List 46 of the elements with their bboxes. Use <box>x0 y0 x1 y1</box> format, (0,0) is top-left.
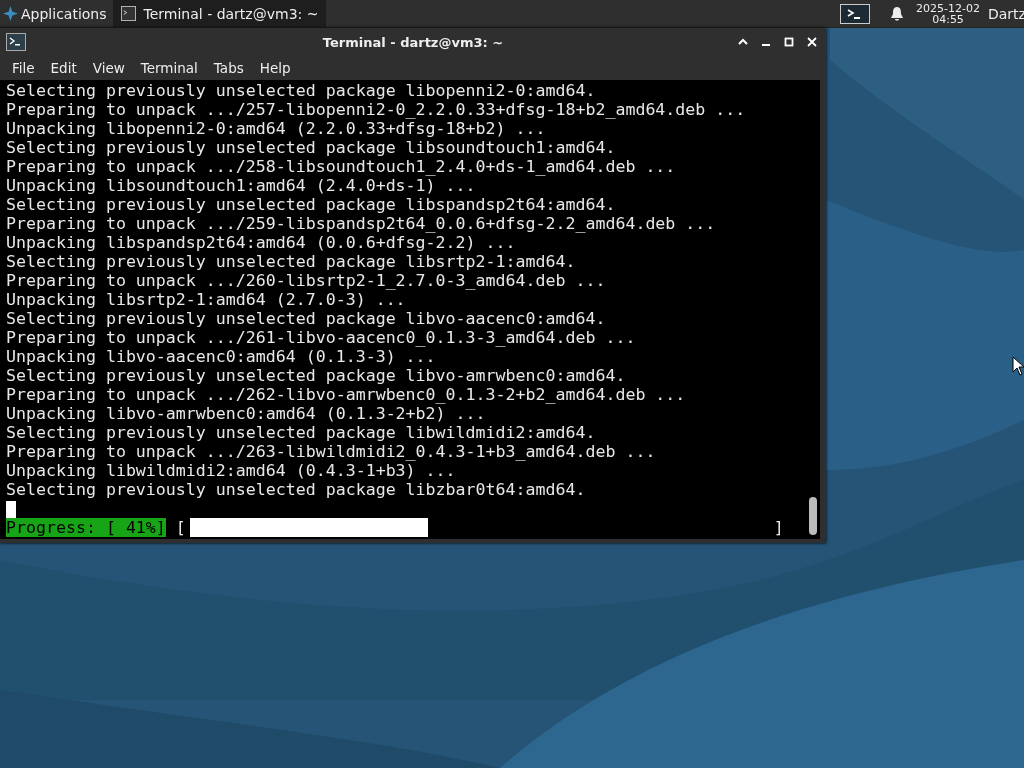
menu-item[interactable]: View <box>84 60 133 76</box>
terminal-line: Unpacking libwildmidi2:amd64 (0.4.3-1+b3) ... <box>6 461 457 480</box>
terminal-line: Unpacking libsoundtouch1:amd64 (2.4.0+ds-1) ... <box>6 176 477 195</box>
close-icon[interactable] <box>806 36 818 48</box>
terminal-line: Selecting previously unselected package libspandsp2t64:amd64. <box>6 195 617 214</box>
terminal-line: Preparing to unpack .../259-libspandsp2t64_0.0.6+dfsg-2.2_amd64.deb ... <box>6 214 717 233</box>
scrollbar-thumb[interactable] <box>809 497 817 535</box>
bracket-text: [ <box>175 518 186 537</box>
terminal-line: Unpacking libsrtp2-1:amd64 (2.7.0-3) ... <box>6 290 407 309</box>
terminal-line: Unpacking libvo-aacenc0:amd64 (0.1.3-3) ... <box>6 347 437 366</box>
terminal-line: Selecting previously unselected package libvo-aacenc0:amd64. <box>6 309 607 328</box>
terminal-line: Preparing to unpack .../260-libsrtp2-1_2.7.0-3_amd64.deb ... <box>6 271 607 290</box>
terminal-line: Preparing to unpack .../263-libwildmidi2_0.4.3-1+b3_amd64.deb ... <box>6 442 657 461</box>
maximize-icon[interactable] <box>783 36 795 48</box>
mouse-pointer-icon <box>1012 356 1024 376</box>
terminal-line: Unpacking libspandsp2t64:amd64 (0.0.6+dfsg-2.2) ... <box>6 233 517 252</box>
menu-item[interactable]: File <box>4 60 43 76</box>
terminal-icon[interactable] <box>840 3 871 24</box>
terminal-line: Preparing to unpack .../257-libopenni2-0_2.2.0.33+dfsg-18+b2_amd64.deb ... <box>6 100 747 119</box>
terminal-line: Unpacking libopenni2-0:amd64 (2.2.0.33+dfsg-18+b2) ... <box>6 119 547 138</box>
date-label: 2025-12-02 <box>916 2 980 14</box>
menu-item[interactable]: Tabs <box>205 60 252 76</box>
menu-item[interactable]: Terminal <box>132 60 206 76</box>
terminal-line: Selecting previously unselected package libopenni2-0:amd64. <box>6 81 597 100</box>
time-label: 04:55 <box>932 13 964 25</box>
terminal-line: Preparing to unpack .../258-libsoundtouch1_2.4.0+ds-1_amd64.deb ... <box>6 157 677 176</box>
terminal-icon <box>120 6 136 21</box>
star-icon <box>3 6 18 21</box>
terminal-icon <box>6 33 26 51</box>
terminal-line: Selecting previously unselected package libsoundtouch1:amd64. <box>6 138 617 157</box>
terminal-line: Preparing to unpack .../262-libvo-amrwbenc0_0.1.3-2+b2_amd64.deb ... <box>6 385 687 404</box>
bracket-text: ] <box>773 518 784 537</box>
bell-icon[interactable] <box>890 5 905 22</box>
terminal-line: Selecting previously unselected package libsrtp2-1:amd64. <box>6 252 577 271</box>
terminal-line: Selecting previously unselected package libzbar0t64:amd64. <box>6 480 587 499</box>
terminal-line: Selecting previously unselected package libvo-amrwbenc0:amd64. <box>6 366 627 385</box>
terminal-line: Unpacking libvo-amrwbenc0:amd64 (0.1.3-2+b2) ... <box>6 404 487 423</box>
taskbar-button[interactable]: Terminal - dartz@vm3: ~ <box>112 0 327 27</box>
progress-label: Progress: [ 41%] <box>6 518 166 537</box>
menu-item[interactable]: Help <box>251 60 299 76</box>
applications-menu[interactable]: Applications <box>0 0 113 27</box>
menu-item[interactable]: Edit <box>42 60 85 76</box>
window-title: Terminal - dartz@vm3: ~ <box>322 34 504 50</box>
text-cursor <box>6 501 16 518</box>
terminal-line: Preparing to unpack .../261-libvo-aacenc0_0.1.3-3_amd64.deb ... <box>6 328 637 347</box>
terminal-line: Selecting previously unselected package libwildmidi2:amd64. <box>6 423 597 442</box>
